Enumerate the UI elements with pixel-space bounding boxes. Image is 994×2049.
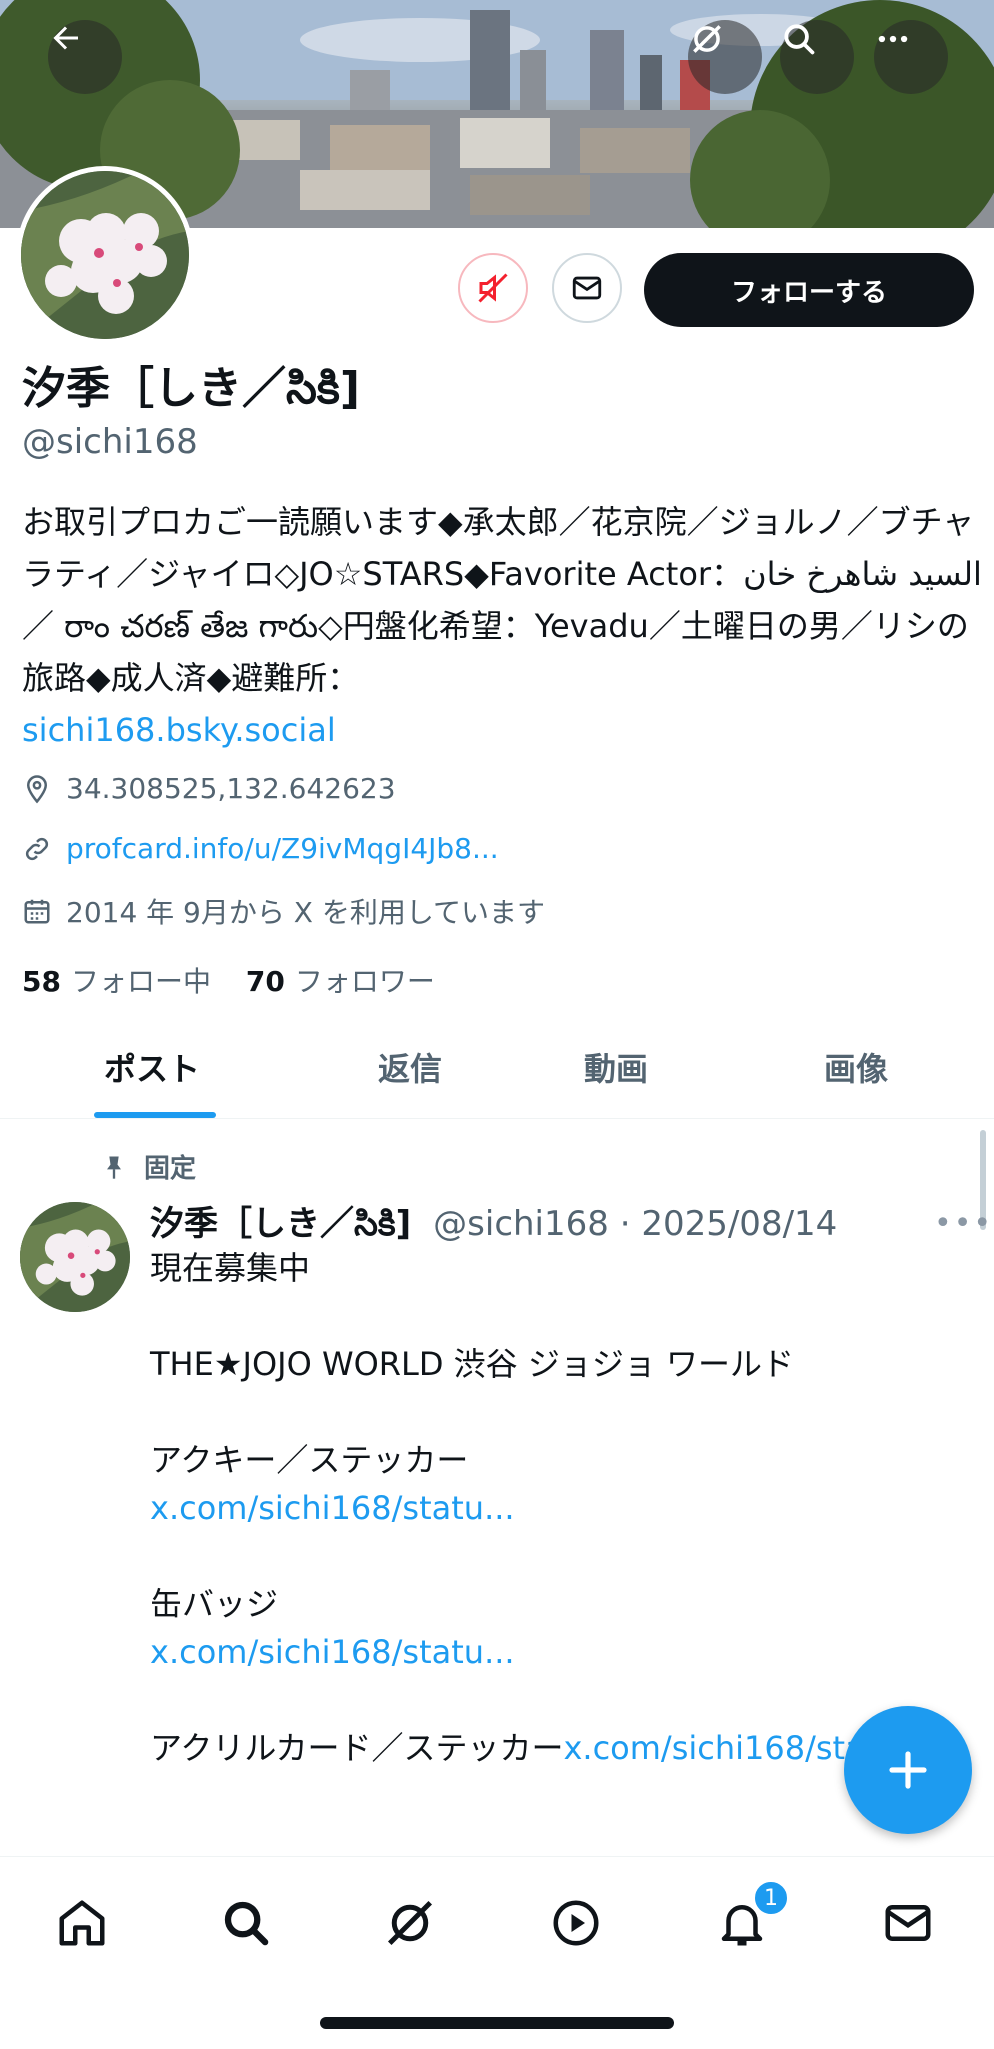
followers-link[interactable]: 70 フォロワー [246, 965, 435, 998]
following-count: 58 [22, 965, 61, 998]
nav-search[interactable] [214, 1891, 278, 1955]
tab-videos[interactable]: 動画 [584, 1044, 648, 1090]
nav-video[interactable] [544, 1891, 608, 1955]
cherry-blossom-image [20, 1202, 130, 1312]
unmute-button[interactable] [458, 253, 528, 323]
bio-text: お取引プロカご一読願います◆承太郎／花京院／ジョルノ／ブチャラティ／ジャイロ◇J… [22, 503, 982, 697]
nav-messages[interactable] [876, 1891, 940, 1955]
follow-counts: 58 フォロー中 70 フォロワー [22, 960, 435, 1000]
pinned-label: 固定 [100, 1148, 196, 1185]
profile-handle: @sichi168 [22, 422, 198, 462]
bio-link[interactable]: sichi168.bsky.social [22, 711, 336, 749]
post-link[interactable]: x.com/sichi168/statu... [150, 1484, 970, 1532]
tab-replies[interactable]: 返信 [378, 1044, 442, 1090]
website-row: profcard.info/u/Z9ivMqgI4Jb8... [22, 832, 499, 865]
followers-count: 70 [245, 965, 285, 998]
post-line: アクリルカード／ステッカー [150, 1729, 564, 1767]
post-author-meta: @sichi168 · 2025/08/14 [433, 1204, 838, 1244]
post-line: 缶バッジ [150, 1585, 279, 1623]
post-line: アクキー／ステッカー [150, 1441, 469, 1479]
more-horizontal-icon [878, 35, 908, 43]
envelope-icon [572, 276, 602, 300]
location-pin-icon [26, 774, 48, 803]
notification-badge: 1 [752, 1879, 790, 1917]
post-line: 現在募集中 [150, 1249, 311, 1287]
video-icon [553, 1900, 599, 1946]
arrow-left-icon [53, 26, 78, 50]
followers-label: フォロワー [294, 965, 435, 998]
post-more-button[interactable]: ••• [934, 1206, 993, 1241]
more-button[interactable] [874, 20, 948, 94]
bottom-navigation: 1 [0, 1856, 994, 2049]
home-indicator [320, 2017, 674, 2029]
post-line: THE★JOJO WORLD 渋谷 ジョジョ ワールド [150, 1345, 794, 1383]
post-link[interactable]: x.com/sichi168/statu... [150, 1628, 970, 1676]
cherry-blossom-image [21, 171, 189, 339]
nav-grok[interactable] [378, 1891, 442, 1955]
plus-icon [889, 1751, 927, 1789]
link-icon [25, 837, 49, 860]
grok-icon [693, 25, 721, 53]
post-avatar[interactable] [20, 1202, 130, 1312]
following-link[interactable]: 58 フォロー中 [22, 965, 211, 998]
message-button[interactable] [552, 253, 622, 323]
profile-bio: お取引プロカご一読願います◆承太郎／花京院／ジョルノ／ブチャラティ／ジャイロ◇J… [22, 496, 982, 756]
website-link[interactable]: profcard.info/u/Z9ivMqgI4Jb8... [66, 832, 499, 865]
tab-images[interactable]: 画像 [824, 1044, 888, 1090]
nav-home[interactable] [50, 1891, 114, 1955]
profile-avatar[interactable] [16, 166, 194, 344]
search-icon [224, 1901, 269, 1946]
messages-icon [885, 1905, 931, 1941]
active-tab-indicator [94, 1112, 216, 1118]
post-author-name[interactable]: 汐季［しき／సికి] [150, 1204, 411, 1244]
location-text: 34.308525,132.642623 [66, 772, 396, 805]
pinned-text: 固定 [144, 1154, 197, 1184]
profile-tabs: ポスト 返信 動画 画像 [0, 1030, 994, 1119]
location-row: 34.308525,132.642623 [22, 772, 396, 805]
joined-row: 2014 年 9月から X を利用しています [22, 891, 545, 931]
speaker-muted-icon [478, 273, 508, 303]
grok-button[interactable] [688, 20, 762, 94]
post-body[interactable]: 現在募集中 THE★JOJO WORLD 渋谷 ジョジョ ワールド アクキー／ス… [150, 1244, 970, 1772]
compose-button[interactable] [844, 1706, 972, 1834]
back-button[interactable] [48, 20, 122, 94]
follow-button[interactable]: フォローする [644, 253, 974, 327]
grok-icon [387, 1900, 433, 1946]
search-button[interactable] [780, 20, 854, 94]
joined-text: 2014 年 9月から X を利用しています [66, 896, 546, 929]
profile-name: 汐季［しき／సికి] [22, 363, 360, 414]
following-label: フォロー中 [70, 965, 211, 998]
home-icon [59, 1900, 105, 1946]
calendar-icon [24, 899, 50, 924]
tab-posts[interactable]: ポスト [104, 1044, 200, 1090]
search-icon [784, 24, 815, 55]
pin-icon [107, 1156, 121, 1179]
